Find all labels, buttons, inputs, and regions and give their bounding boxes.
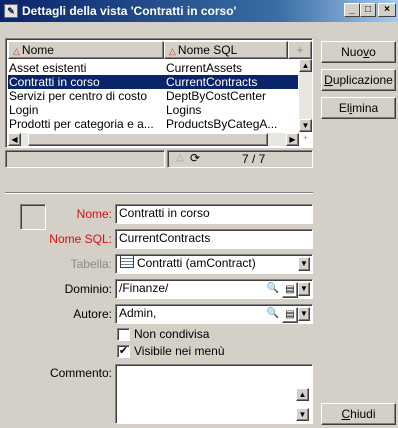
window-title: Dettagli della vista 'Contratti in corso… [22,4,237,18]
sort-icon: △ [169,46,176,56]
new-button[interactable]: Nuovo [321,41,396,63]
list-status-bar: △ ⟳ 7 / 7 [5,150,313,170]
column-header-name[interactable]: △ Nome [8,41,164,59]
vertical-scrollbar[interactable]: ▲ ▼ [299,59,312,132]
domain-label: Dominio: [64,282,112,296]
name-input[interactable]: Contratti in corso [115,204,313,224]
list-item[interactable]: Prodotti per categoria e a... ProductsByC… [8,117,298,131]
scroll-up-arrow-icon[interactable]: ▲ [299,59,312,72]
list-item-selected[interactable]: Contratti in corso CurrentContracts [8,75,298,89]
minimize-button[interactable]: _ [344,3,360,17]
status-left-pane [5,150,165,168]
refresh-icon[interactable]: ⟳ [190,151,200,165]
chevron-down-icon[interactable]: ▼ [298,257,310,271]
sql-name-label: Nome SQL: [49,232,112,246]
search-icon[interactable]: 🔍 [266,307,280,321]
author-label: Autore: [73,307,112,321]
record-counter: 7 / 7 [242,152,266,166]
column-chooser-button[interactable]: + [288,41,312,59]
close-button[interactable]: Chiudi [321,403,396,425]
comment-textarea[interactable] [115,364,313,424]
sql-name-input[interactable]: CurrentContracts [115,229,313,249]
scroll-up-arrow-icon[interactable]: ▲ [296,388,309,401]
scroll-right-arrow-icon[interactable]: ▶ [286,133,299,146]
table-label: Tabella: [70,257,112,271]
duplicate-button[interactable]: Duplicazione [321,69,396,91]
details-icon[interactable]: ▤ [282,307,298,323]
not-shared-checkbox[interactable] [117,328,130,341]
list-item[interactable]: Asset esistenti CurrentAssets [8,61,298,75]
corner-plus: + [299,132,312,145]
author-input[interactable]: Admin, 🔍 ▤ ▼ [115,304,313,324]
view-icon-placeholder[interactable] [20,204,46,230]
visible-in-menus-label: Visibile nei menù [134,344,225,358]
details-icon[interactable]: ▤ [282,282,298,298]
maximize-button[interactable]: □ [360,3,376,17]
status-right-pane: △ ⟳ 7 / 7 [167,150,313,168]
horizontal-scrollbar[interactable]: ◀ ▶ [8,133,299,146]
chevron-down-icon[interactable]: ▼ [298,307,310,321]
column-header-sql-name[interactable]: △ Nome SQL [164,41,288,59]
list-item[interactable]: Login Logins [8,103,298,117]
search-icon[interactable]: 🔍 [266,282,280,296]
close-window-button[interactable]: × [378,3,396,17]
view-window-icon: ✎ [4,4,18,18]
checkmark-icon: ✔ [118,345,129,357]
scroll-down-arrow-icon[interactable]: ▼ [299,119,312,132]
views-list[interactable]: △ Nome △ Nome SQL + Asset esistenti Current… [5,38,313,148]
scroll-left-arrow-icon[interactable]: ◀ [8,133,21,146]
table-icon [120,255,134,268]
delete-button[interactable]: Elimina [321,97,396,119]
filter-icon: △ [176,152,184,163]
title-bar: ✎ Dettagli della vista 'Contratti in cor… [0,0,398,22]
sort-icon: △ [13,46,20,56]
chevron-down-icon[interactable]: ▼ [298,282,310,296]
separator [5,192,313,194]
domain-input[interactable]: /Finanze/ 🔍 ▤ ▼ [115,279,313,299]
table-select[interactable]: Contratti (amContract) ▼ [115,254,313,274]
list-item[interactable]: Servizi per centro di costo DeptByCostCen… [8,89,298,103]
scroll-down-arrow-icon[interactable]: ▼ [296,408,309,421]
visible-in-menus-checkbox[interactable]: ✔ [117,345,130,358]
comment-label: Commento: [49,366,112,380]
name-label: Nome: [76,207,112,221]
scroll-thumb[interactable] [28,133,268,146]
